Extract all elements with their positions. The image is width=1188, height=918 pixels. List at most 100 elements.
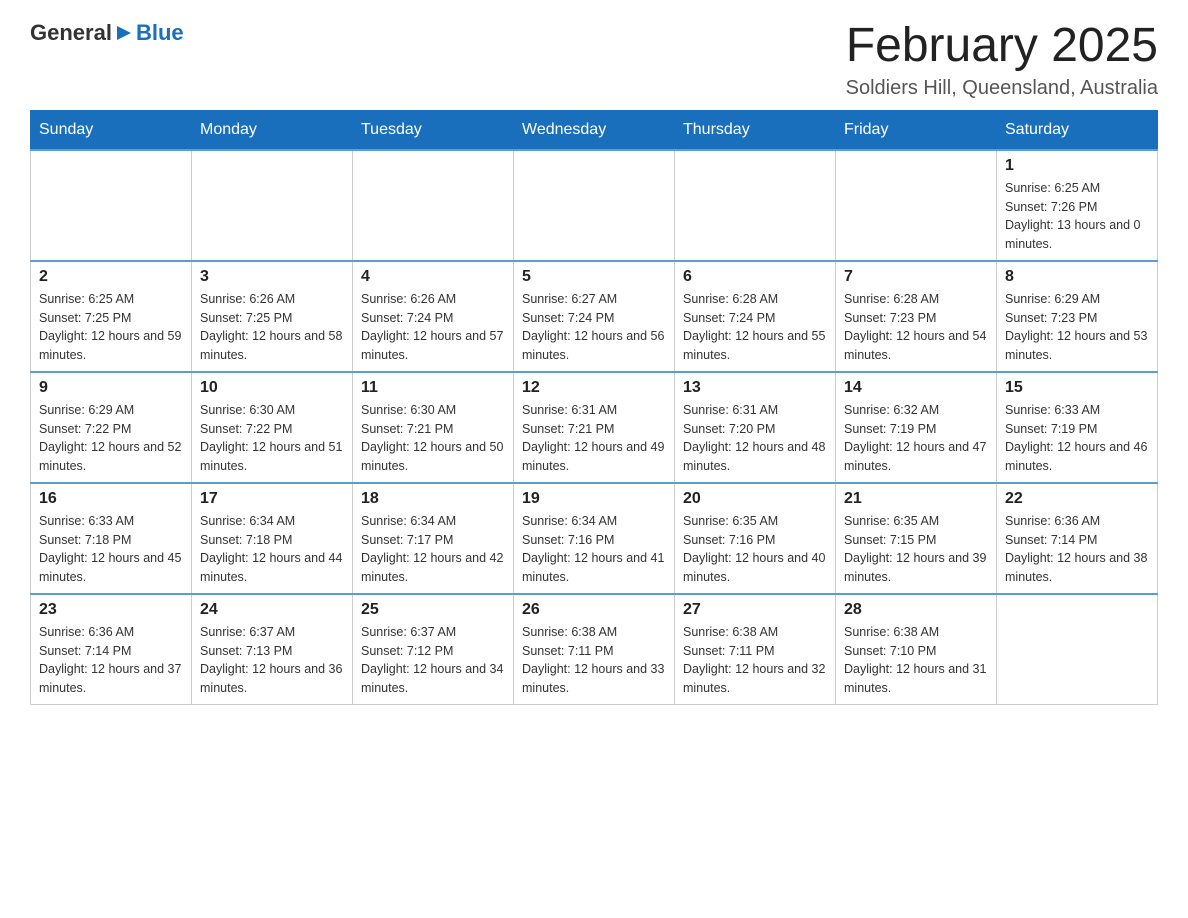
logo-general-text: General xyxy=(30,20,112,46)
day-info: Sunrise: 6:38 AMSunset: 7:11 PMDaylight:… xyxy=(683,623,827,698)
day-number: 22 xyxy=(1005,490,1149,508)
calendar-cell: 9 Sunrise: 6:29 AMSunset: 7:22 PMDaylight… xyxy=(31,372,192,483)
col-sunday: Sunday xyxy=(31,110,192,150)
week-row-4: 16 Sunrise: 6:33 AMSunset: 7:18 PMDayligh… xyxy=(31,483,1158,594)
calendar-cell: 26 Sunrise: 6:38 AMSunset: 7:11 PMDayligh… xyxy=(514,594,675,705)
day-info: Sunrise: 6:28 AMSunset: 7:23 PMDaylight:… xyxy=(844,290,988,365)
day-info: Sunrise: 6:31 AMSunset: 7:21 PMDaylight:… xyxy=(522,401,666,476)
calendar-cell: 16 Sunrise: 6:33 AMSunset: 7:18 PMDayligh… xyxy=(31,483,192,594)
calendar-cell: 24Sunrise: 6:37 AMSunset: 7:13 PMDayligh… xyxy=(192,594,353,705)
day-info: Sunrise: 6:34 AMSunset: 7:17 PMDaylight:… xyxy=(361,512,505,587)
calendar-cell: 13 Sunrise: 6:31 AMSunset: 7:20 PMDayligh… xyxy=(675,372,836,483)
day-info: Sunrise: 6:26 AMSunset: 7:24 PMDaylight:… xyxy=(361,290,505,365)
day-info: Sunrise: 6:27 AMSunset: 7:24 PMDaylight:… xyxy=(522,290,666,365)
day-number: 21 xyxy=(844,490,988,508)
day-number: 1 xyxy=(1005,157,1149,175)
col-wednesday: Wednesday xyxy=(514,110,675,150)
day-number: 20 xyxy=(683,490,827,508)
calendar-cell xyxy=(997,594,1158,705)
calendar-cell: 5 Sunrise: 6:27 AMSunset: 7:24 PMDaylight… xyxy=(514,261,675,372)
day-number: 19 xyxy=(522,490,666,508)
day-info: Sunrise: 6:35 AMSunset: 7:16 PMDaylight:… xyxy=(683,512,827,587)
calendar-cell: 23 Sunrise: 6:36 AMSunset: 7:14 PMDayligh… xyxy=(31,594,192,705)
day-info: Sunrise: 6:29 AMSunset: 7:23 PMDaylight:… xyxy=(1005,290,1149,365)
calendar-cell: 22 Sunrise: 6:36 AMSunset: 7:14 PMDayligh… xyxy=(997,483,1158,594)
calendar-cell xyxy=(514,150,675,261)
day-info: Sunrise: 6:36 AMSunset: 7:14 PMDaylight:… xyxy=(1005,512,1149,587)
day-number: 25 xyxy=(361,601,505,619)
calendar-cell: 3 Sunrise: 6:26 AMSunset: 7:25 PMDaylight… xyxy=(192,261,353,372)
day-number: 23 xyxy=(39,601,183,619)
col-tuesday: Tuesday xyxy=(353,110,514,150)
calendar-cell: 18 Sunrise: 6:34 AMSunset: 7:17 PMDayligh… xyxy=(353,483,514,594)
calendar-cell: 27 Sunrise: 6:38 AMSunset: 7:11 PMDayligh… xyxy=(675,594,836,705)
day-info: Sunrise: 6:35 AMSunset: 7:15 PMDaylight:… xyxy=(844,512,988,587)
day-number: 7 xyxy=(844,268,988,286)
calendar-cell: 17 Sunrise: 6:34 AMSunset: 7:18 PMDayligh… xyxy=(192,483,353,594)
week-row-2: 2 Sunrise: 6:25 AMSunset: 7:25 PMDaylight… xyxy=(31,261,1158,372)
calendar-cell: 8 Sunrise: 6:29 AMSunset: 7:23 PMDaylight… xyxy=(997,261,1158,372)
day-info: Sunrise: 6:30 AMSunset: 7:21 PMDaylight:… xyxy=(361,401,505,476)
day-info: Sunrise: 6:26 AMSunset: 7:25 PMDaylight:… xyxy=(200,290,344,365)
day-number: 4 xyxy=(361,268,505,286)
day-info: Sunrise: 6:31 AMSunset: 7:20 PMDaylight:… xyxy=(683,401,827,476)
day-number: 11 xyxy=(361,379,505,397)
month-title: February 2025 xyxy=(846,20,1158,73)
day-number: 12 xyxy=(522,379,666,397)
col-friday: Friday xyxy=(836,110,997,150)
calendar-cell: 20 Sunrise: 6:35 AMSunset: 7:16 PMDayligh… xyxy=(675,483,836,594)
day-number: 17 xyxy=(200,490,344,508)
day-number: 16 xyxy=(39,490,183,508)
day-number: 28 xyxy=(844,601,988,619)
day-number: 13 xyxy=(683,379,827,397)
day-number: 27 xyxy=(683,601,827,619)
calendar-cell: 2 Sunrise: 6:25 AMSunset: 7:25 PMDaylight… xyxy=(31,261,192,372)
day-info: Sunrise: 6:34 AMSunset: 7:18 PMDaylight:… xyxy=(200,512,344,587)
day-number: 3 xyxy=(200,268,344,286)
week-row-1: 1Sunrise: 6:25 AMSunset: 7:26 PMDaylight… xyxy=(31,150,1158,261)
logo-blue-text: Blue xyxy=(136,20,184,46)
calendar-cell: 1Sunrise: 6:25 AMSunset: 7:26 PMDaylight… xyxy=(997,150,1158,261)
calendar-cell: 10 Sunrise: 6:30 AMSunset: 7:22 PMDayligh… xyxy=(192,372,353,483)
calendar-cell xyxy=(675,150,836,261)
calendar-cell: 4 Sunrise: 6:26 AMSunset: 7:24 PMDaylight… xyxy=(353,261,514,372)
day-info: Sunrise: 6:25 AMSunset: 7:25 PMDaylight:… xyxy=(39,290,183,365)
day-info: Sunrise: 6:29 AMSunset: 7:22 PMDaylight:… xyxy=(39,401,183,476)
day-number: 6 xyxy=(683,268,827,286)
day-info: Sunrise: 6:28 AMSunset: 7:24 PMDaylight:… xyxy=(683,290,827,365)
day-info: Sunrise: 6:36 AMSunset: 7:14 PMDaylight:… xyxy=(39,623,183,698)
calendar-cell: 28 Sunrise: 6:38 AMSunset: 7:10 PMDayligh… xyxy=(836,594,997,705)
day-number: 2 xyxy=(39,268,183,286)
calendar-cell xyxy=(353,150,514,261)
day-info: Sunrise: 6:37 AMSunset: 7:12 PMDaylight:… xyxy=(361,623,505,698)
calendar-cell xyxy=(836,150,997,261)
calendar-table: Sunday Monday Tuesday Wednesday Thursday… xyxy=(30,110,1158,705)
calendar-cell: 19Sunrise: 6:34 AMSunset: 7:16 PMDayligh… xyxy=(514,483,675,594)
week-row-3: 9 Sunrise: 6:29 AMSunset: 7:22 PMDaylight… xyxy=(31,372,1158,483)
calendar-header-row: Sunday Monday Tuesday Wednesday Thursday… xyxy=(31,110,1158,150)
day-info: Sunrise: 6:32 AMSunset: 7:19 PMDaylight:… xyxy=(844,401,988,476)
day-info: Sunrise: 6:38 AMSunset: 7:10 PMDaylight:… xyxy=(844,623,988,698)
day-info: Sunrise: 6:38 AMSunset: 7:11 PMDaylight:… xyxy=(522,623,666,698)
day-info: Sunrise: 6:30 AMSunset: 7:22 PMDaylight:… xyxy=(200,401,344,476)
day-number: 18 xyxy=(361,490,505,508)
day-number: 10 xyxy=(200,379,344,397)
day-number: 8 xyxy=(1005,268,1149,286)
calendar-cell: 15 Sunrise: 6:33 AMSunset: 7:19 PMDayligh… xyxy=(997,372,1158,483)
calendar-cell xyxy=(31,150,192,261)
day-info: Sunrise: 6:33 AMSunset: 7:19 PMDaylight:… xyxy=(1005,401,1149,476)
day-number: 26 xyxy=(522,601,666,619)
day-number: 15 xyxy=(1005,379,1149,397)
calendar-cell: 7 Sunrise: 6:28 AMSunset: 7:23 PMDaylight… xyxy=(836,261,997,372)
calendar-cell: 25 Sunrise: 6:37 AMSunset: 7:12 PMDayligh… xyxy=(353,594,514,705)
day-number: 14 xyxy=(844,379,988,397)
location-text: Soldiers Hill, Queensland, Australia xyxy=(846,77,1158,100)
day-info: Sunrise: 6:33 AMSunset: 7:18 PMDaylight:… xyxy=(39,512,183,587)
day-number: 9 xyxy=(39,379,183,397)
col-saturday: Saturday xyxy=(997,110,1158,150)
calendar-cell: 21 Sunrise: 6:35 AMSunset: 7:15 PMDayligh… xyxy=(836,483,997,594)
day-number: 24 xyxy=(200,601,344,619)
day-number: 5 xyxy=(522,268,666,286)
week-row-5: 23 Sunrise: 6:36 AMSunset: 7:14 PMDayligh… xyxy=(31,594,1158,705)
logo-arrow-icon xyxy=(113,22,135,44)
